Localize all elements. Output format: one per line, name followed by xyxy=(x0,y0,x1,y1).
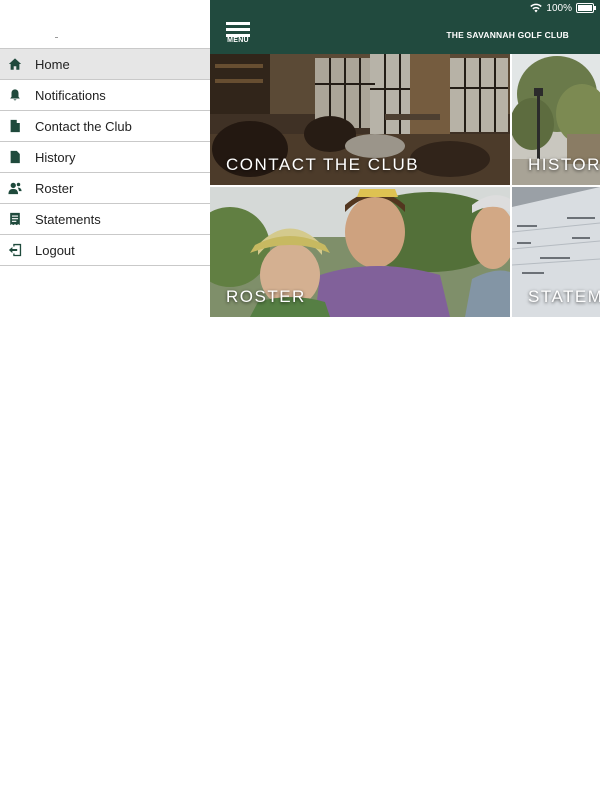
drawer-item-label: Home xyxy=(35,56,70,72)
document-icon xyxy=(8,119,22,133)
battery-icon xyxy=(576,3,596,13)
hamburger-icon xyxy=(226,28,250,31)
drawer-item-contact-the-club[interactable]: Contact the Club xyxy=(0,111,210,142)
hamburger-icon xyxy=(226,22,250,25)
drawer-item-notifications[interactable]: Notifications xyxy=(0,80,210,111)
drawer-item-label: History xyxy=(35,149,76,165)
main-panel: 100% MENU THE SAVANNAH GOLF CLUB CONTACT… xyxy=(210,0,600,800)
drawer-item-roster[interactable]: Roster xyxy=(0,173,210,204)
tile-history[interactable]: HISTORY xyxy=(512,54,600,185)
document-icon xyxy=(8,150,22,164)
statement-icon xyxy=(8,212,22,226)
app-title: THE SAVANNAH GOLF CLUB xyxy=(446,30,569,40)
drawer-item-label: Roster xyxy=(35,180,74,196)
drawer-item-label: Notifications xyxy=(35,87,106,103)
drawer-item-history[interactable]: History xyxy=(0,142,210,173)
tile-label: ROSTER xyxy=(226,287,306,306)
drawer-menu: Home Notifications Contact the Club Hist… xyxy=(0,48,210,266)
tile-roster[interactable]: ROSTER xyxy=(210,187,510,317)
drawer-item-logout[interactable]: Logout xyxy=(0,235,210,266)
home-tiles: CONTACT THE CLUB HISTORY xyxy=(210,54,600,317)
people-icon xyxy=(8,181,22,195)
tile-label: STATEMENTS xyxy=(528,287,600,306)
drawer-header-mark xyxy=(55,37,58,38)
drawer-item-label: Statements xyxy=(35,211,101,227)
battery-percentage: 100% xyxy=(546,2,572,14)
bell-icon xyxy=(8,88,22,102)
drawer-header xyxy=(0,0,210,48)
drawer-item-label: Logout xyxy=(35,242,75,258)
tile-label: HISTORY xyxy=(528,155,600,174)
menu-button[interactable]: MENU xyxy=(225,22,251,50)
drawer-item-home[interactable]: Home xyxy=(0,49,210,80)
home-icon xyxy=(8,57,22,71)
drawer-item-statements[interactable]: Statements xyxy=(0,204,210,235)
menu-label: MENU xyxy=(227,37,249,44)
tile-contact-the-club[interactable]: CONTACT THE CLUB xyxy=(210,54,510,185)
wifi-icon xyxy=(530,3,543,13)
navigation-drawer: Home Notifications Contact the Club Hist… xyxy=(0,0,210,800)
drawer-item-label: Contact the Club xyxy=(35,118,132,134)
status-bar: 100% xyxy=(210,0,600,16)
logout-icon xyxy=(8,243,22,257)
tile-label: CONTACT THE CLUB xyxy=(226,155,420,174)
tile-statements[interactable]: STATEMENTS xyxy=(512,187,600,317)
app-bar: MENU THE SAVANNAH GOLF CLUB xyxy=(210,16,600,54)
